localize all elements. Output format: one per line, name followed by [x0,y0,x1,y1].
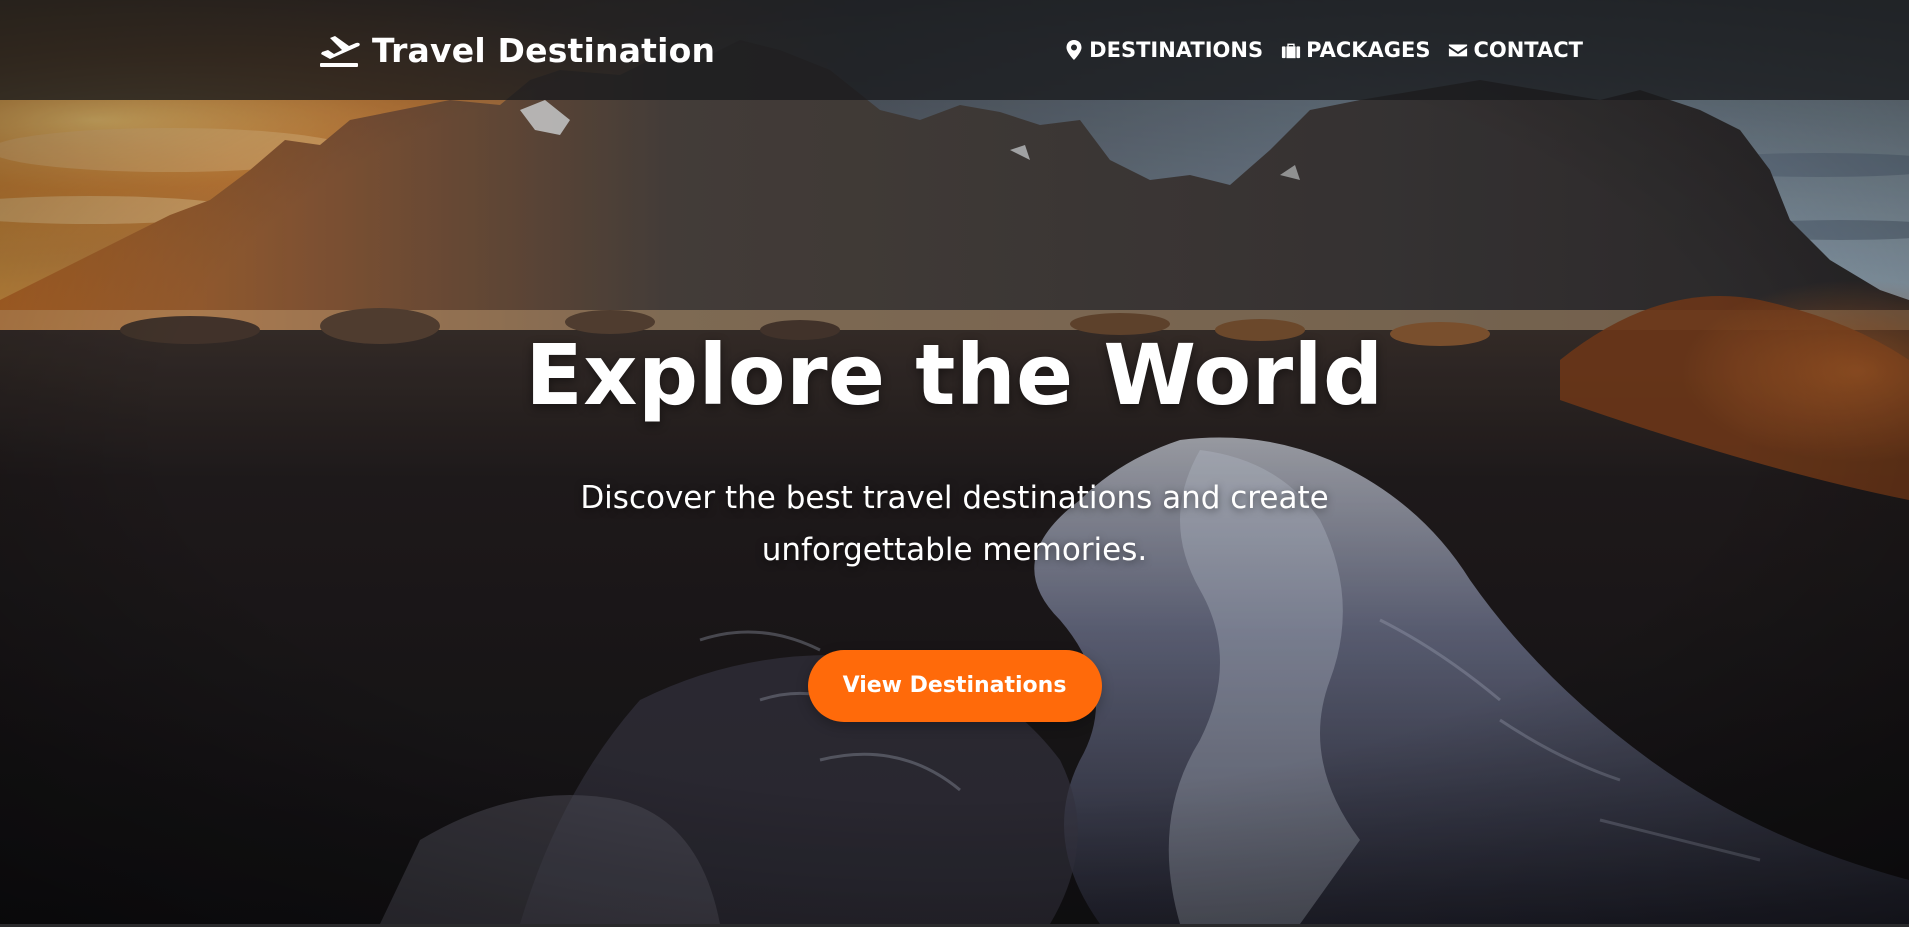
hero-subtitle: Discover the best travel destinations an… [580,480,1329,568]
page: Travel Destination DESTINATIONS PACKAGES [0,0,1909,927]
brand-link[interactable]: Travel Destination [318,24,715,76]
hero-section: Explore the World Discover the best trav… [0,320,1909,722]
nav-links: DESTINATIONS PACKAGES CONTACT [1064,30,1583,70]
nav-link-contact[interactable]: CONTACT [1448,38,1583,62]
view-destinations-button[interactable]: View Destinations [807,650,1102,722]
nav-link-label: PACKAGES [1306,38,1431,62]
map-marker-icon [1066,40,1082,60]
nav-link-label: DESTINATIONS [1089,38,1264,62]
brand-name: Travel Destination [372,30,716,70]
hero-title: Explore the World [525,326,1384,424]
navbar: Travel Destination DESTINATIONS PACKAGES [0,0,1909,100]
nav-link-packages[interactable]: PACKAGES [1281,38,1430,62]
nav-link-label: CONTACT [1473,38,1583,62]
nav-link-destinations[interactable]: DESTINATIONS [1064,38,1263,62]
envelope-icon [1449,44,1468,57]
suitcase-icon [1282,43,1301,59]
plane-departure-icon [320,36,360,67]
